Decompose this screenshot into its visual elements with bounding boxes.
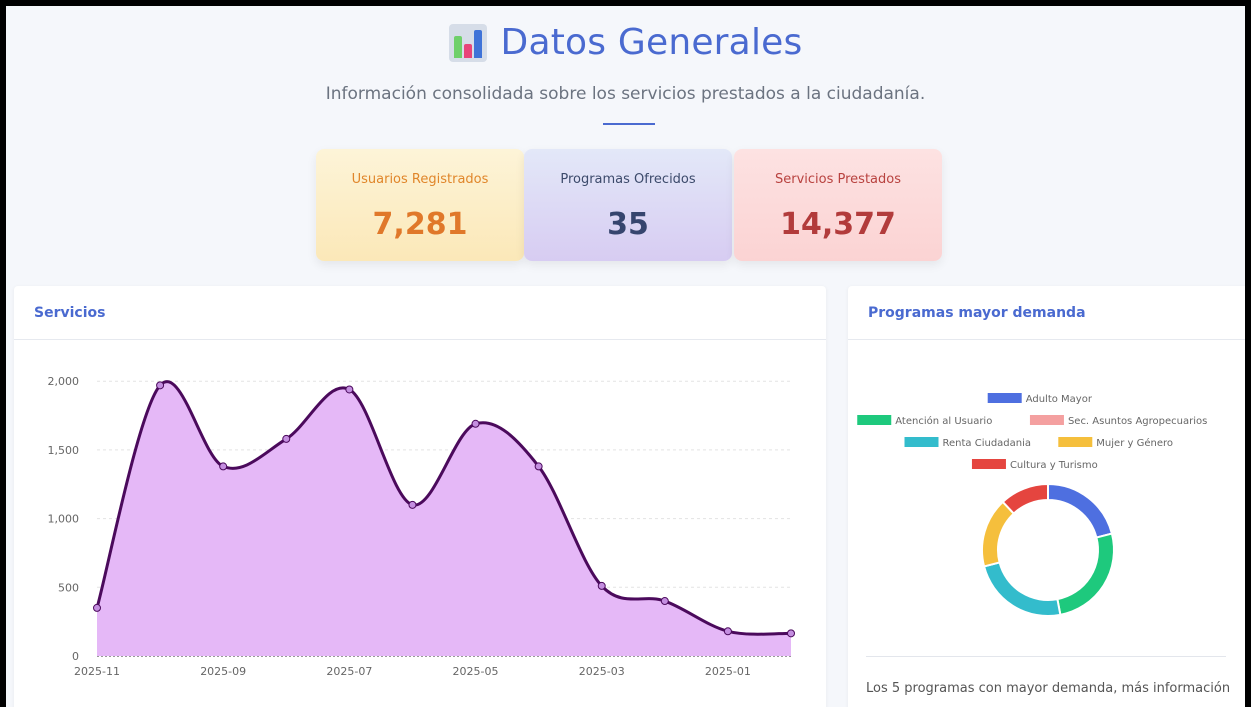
donut-slice[interactable] — [1047, 482, 1114, 539]
legend-label[interactable]: Cultura y Turismo — [1010, 460, 1098, 471]
programs-panel-title: Programas mayor demanda — [868, 304, 1086, 321]
data-point[interactable] — [597, 581, 606, 590]
x-tick-label: 2025-09 — [200, 665, 246, 678]
programs-panel-header: Programas mayor demanda — [848, 286, 1245, 340]
legend-label[interactable]: Mujer y Género — [1096, 437, 1173, 449]
y-tick-label: 500 — [58, 581, 79, 594]
bar-chart-icon — [448, 23, 487, 62]
data-point[interactable] — [723, 627, 732, 636]
stat-label-services: Servicios Prestados — [774, 172, 901, 187]
programs-donut-chart: Adulto Mayor Atención al Usuario Sec. Asun… — [857, 393, 1207, 617]
programs-footer-text: Los 5 programas con mayor demanda, más i… — [866, 681, 1231, 696]
programs-panel: Programas mayor demanda Adulto Mayor Aten… — [848, 286, 1245, 707]
stat-label-users: Usuarios Registrados — [351, 172, 489, 187]
services-panel-header: Servicios — [14, 286, 826, 340]
donut-slice[interactable] — [1001, 482, 1049, 515]
legend-swatch[interactable] — [987, 393, 1022, 403]
stat-value-services: 14,377 — [780, 207, 896, 242]
legend-swatch[interactable] — [1058, 437, 1093, 447]
data-point[interactable] — [93, 603, 101, 612]
y-tick-label: 1,000 — [48, 513, 80, 526]
data-point[interactable] — [219, 462, 228, 471]
header: Datos Generales Información consolidada … — [6, 6, 1245, 276]
x-tick-label: 2025-05 — [453, 665, 499, 678]
data-point[interactable] — [408, 500, 417, 509]
data-point[interactable] — [282, 434, 291, 443]
data-point[interactable] — [471, 419, 480, 428]
stat-card-users: Usuarios Registrados 7,281 — [316, 149, 524, 261]
stat-value-programs: 35 — [607, 207, 649, 242]
services-panel-title: Servicios — [34, 304, 106, 321]
x-tick-label: 2025-03 — [579, 665, 625, 678]
x-tick-label: 2025-11 — [74, 665, 120, 678]
services-area-chart: 0 500 1,000 1,500 2,000 2025-11 2025-09 2025-07… — [48, 375, 795, 678]
y-tick-label: 2,000 — [48, 375, 80, 388]
data-point[interactable] — [345, 385, 354, 394]
legend-label[interactable]: Sec. Asuntos Agropecuarios — [1068, 416, 1207, 427]
legend-swatch[interactable] — [857, 415, 892, 425]
donut-slice[interactable] — [1056, 532, 1115, 617]
y-tick-label: 0 — [72, 650, 79, 663]
data-point[interactable] — [156, 381, 165, 390]
x-tick-label: 2025-07 — [326, 665, 372, 678]
stat-card-programs: Programas Ofrecidos 35 — [524, 149, 732, 261]
legend-label[interactable]: Renta Ciudadania — [943, 438, 1032, 449]
page-subtitle: Información consolidada sobre los servic… — [325, 84, 926, 104]
stat-label-programs: Programas Ofrecidos — [560, 172, 696, 187]
services-panel: Servicios 0 500 1,000 1,500 2,000 2025-11 2025… — [14, 286, 826, 707]
legend-label[interactable]: Atención al Usuario — [895, 415, 992, 427]
donut-slice[interactable] — [982, 561, 1062, 617]
legend-label[interactable]: Adulto Mayor — [1026, 394, 1093, 405]
title-divider — [603, 123, 655, 125]
data-point[interactable] — [660, 597, 669, 606]
stat-card-services: Servicios Prestados 14,377 — [734, 149, 942, 261]
dashboard-frame: Datos Generales Información consolidada … — [6, 6, 1245, 707]
data-point[interactable] — [787, 629, 795, 638]
donut-slice[interactable] — [981, 500, 1016, 568]
legend-swatch[interactable] — [1029, 415, 1064, 425]
data-point[interactable] — [534, 462, 543, 471]
stat-value-users: 7,281 — [372, 207, 468, 242]
page-title: Datos Generales — [500, 22, 803, 63]
y-tick-label: 1,500 — [48, 444, 80, 457]
x-tick-label: 2025-01 — [705, 665, 751, 678]
title-row: Datos Generales — [6, 22, 1245, 63]
legend-swatch[interactable] — [904, 437, 939, 447]
legend-swatch[interactable] — [971, 459, 1006, 469]
panel-divider — [866, 656, 1226, 657]
